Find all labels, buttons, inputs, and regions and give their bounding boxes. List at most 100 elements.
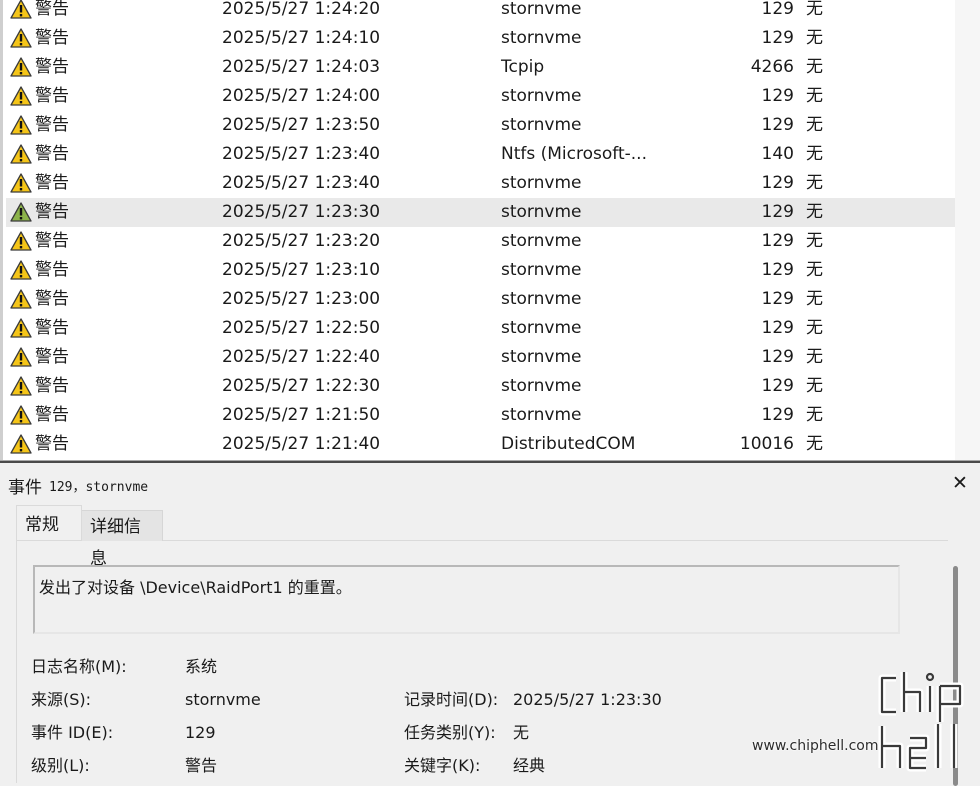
event-datetime: 2025/5/27 1:21:50 [222, 405, 381, 425]
event-description-text: 发出了对设备 \Device\RaidPort1 的重置。 [39, 578, 352, 597]
keywords-label: 关键字(K): [404, 756, 481, 775]
event-row[interactable]: 警告 2025/5/27 1:23:40 Ntfs (Microsoft-... 14… [6, 140, 956, 169]
warning-triangle-icon [10, 260, 34, 282]
event-source: stornvme [501, 376, 582, 396]
event-id-value[interactable]: 129 [185, 722, 216, 744]
warning-triangle-icon [10, 144, 34, 166]
event-row[interactable]: 警告 2025/5/27 1:21:40 DistributedCOM 10016 无 [6, 430, 956, 459]
event-row[interactable]: 警告 2025/5/27 1:23:20 stornvme 129 无 [6, 227, 956, 256]
event-row[interactable]: 警告 2025/5/27 1:24:10 stornvme 129 无 [6, 24, 956, 53]
event-row[interactable]: 警告 2025/5/27 1:22:30 stornvme 129 无 [6, 372, 956, 401]
event-id: 4266 [750, 57, 794, 77]
warning-triangle-icon [10, 115, 34, 137]
event-datetime: 2025/5/27 1:22:40 [222, 347, 381, 367]
panel-title-label: 事件 [8, 478, 42, 498]
event-row[interactable]: 警告 2025/5/27 1:22:40 stornvme 129 无 [6, 343, 956, 372]
event-row[interactable]: 警告 2025/5/27 1:21:50 stornvme 129 无 [6, 401, 956, 430]
event-source: stornvme [501, 28, 582, 48]
event-row[interactable]: 警告 2025/5/27 1:23:00 stornvme 129 无 [6, 285, 956, 314]
source-value[interactable]: stornvme [185, 689, 261, 711]
event-level: 警告 [35, 202, 69, 222]
event-task-category: 无 [806, 28, 823, 48]
event-source: stornvme [501, 347, 582, 367]
event-task-category: 无 [806, 347, 823, 367]
event-id: 129 [761, 173, 794, 193]
event-source: Tcpip [501, 57, 545, 77]
event-level: 警告 [35, 434, 69, 454]
event-source: stornvme [501, 86, 582, 106]
event-datetime: 2025/5/27 1:21:40 [222, 434, 381, 454]
warning-triangle-icon [10, 28, 34, 50]
event-row[interactable]: 警告 2025/5/27 1:23:50 stornvme 129 无 [6, 111, 956, 140]
event-id: 129 [761, 28, 794, 48]
event-id: 129 [761, 376, 794, 396]
log-name-label: 日志名称(M): [31, 657, 127, 676]
event-level: 警告 [35, 86, 69, 106]
event-task-category: 无 [806, 202, 823, 222]
warning-triangle-icon [10, 289, 34, 311]
event-row[interactable]: 警告 2025/5/27 1:23:40 stornvme 129 无 [6, 169, 956, 198]
close-icon[interactable]: ✕ [950, 472, 970, 494]
event-id: 129 [761, 260, 794, 280]
event-source: stornvme [501, 289, 582, 309]
event-description[interactable]: 发出了对设备 \Device\RaidPort1 的重置。 [33, 565, 900, 634]
event-level: 警告 [35, 0, 69, 19]
event-datetime: 2025/5/27 1:23:20 [222, 231, 381, 251]
event-level: 警告 [35, 115, 69, 135]
event-row[interactable]: 警告 2025/5/27 1:24:20 stornvme 129 无 [6, 0, 956, 24]
event-datetime: 2025/5/27 1:23:10 [222, 260, 381, 280]
panel-title-event: 129，stornvme [49, 480, 149, 495]
event-level: 警告 [35, 347, 69, 367]
event-source: stornvme [501, 202, 582, 222]
event-id: 129 [761, 202, 794, 222]
event-row[interactable]: 警告 2025/5/27 1:22:50 stornvme 129 无 [6, 314, 956, 343]
event-row[interactable]: 警告 2025/5/27 1:24:03 Tcpip 4266 无 [6, 53, 956, 82]
warning-triangle-icon [10, 376, 34, 398]
event-list[interactable]: 警告 2025/5/27 1:24:20 stornvme 129 无警告 2025/5/… [0, 0, 980, 460]
event-row[interactable]: 警告 2025/5/27 1:23:10 stornvme 129 无 [6, 256, 956, 285]
event-row[interactable]: 警告 2025/5/27 1:23:30 stornvme 129 无 [6, 198, 956, 227]
event-level: 警告 [35, 57, 69, 77]
event-id: 129 [761, 86, 794, 106]
keywords-value[interactable]: 经典 [513, 755, 545, 777]
tab-details[interactable]: 详细信息 [82, 510, 163, 569]
warning-triangle-icon [10, 202, 34, 224]
event-datetime: 2025/5/27 1:24:00 [222, 86, 381, 106]
event-source: stornvme [501, 318, 582, 338]
event-task-category: 无 [806, 144, 823, 164]
level-value[interactable]: 警告 [185, 755, 217, 777]
event-source: stornvme [501, 115, 582, 135]
event-datetime: 2025/5/27 1:24:03 [222, 57, 381, 77]
warning-triangle-icon [10, 434, 34, 456]
event-task-category: 无 [806, 260, 823, 280]
event-level: 警告 [35, 318, 69, 338]
task-category-label: 任务类别(Y): [404, 723, 496, 742]
log-name-value[interactable]: 系统 [185, 656, 217, 678]
event-id: 129 [761, 289, 794, 309]
event-level: 警告 [35, 144, 69, 164]
event-task-category: 无 [806, 231, 823, 251]
event-datetime: 2025/5/27 1:23:50 [222, 115, 381, 135]
tab-general[interactable]: 常规 [16, 505, 82, 540]
event-source: DistributedCOM [501, 434, 636, 454]
event-task-category: 无 [806, 115, 823, 135]
event-datetime: 2025/5/27 1:23:40 [222, 144, 381, 164]
event-id-label: 事件 ID(E): [31, 723, 114, 742]
warning-triangle-icon [10, 231, 34, 253]
event-id: 129 [761, 405, 794, 425]
warning-triangle-icon [10, 57, 34, 79]
event-id: 129 [761, 115, 794, 135]
event-source: stornvme [501, 0, 582, 19]
event-level: 警告 [35, 173, 69, 193]
event-task-category: 无 [806, 86, 823, 106]
event-task-category: 无 [806, 434, 823, 454]
task-category-value[interactable]: 无 [513, 722, 529, 744]
event-datetime: 2025/5/27 1:22:30 [222, 376, 381, 396]
event-datetime: 2025/5/27 1:22:50 [222, 318, 381, 338]
event-level: 警告 [35, 405, 69, 425]
logged-value[interactable]: 2025/5/27 1:23:30 [513, 689, 662, 711]
event-row[interactable]: 警告 2025/5/27 1:24:00 stornvme 129 无 [6, 82, 956, 111]
event-list-scrollbar[interactable] [955, 0, 980, 460]
event-datetime: 2025/5/27 1:24:10 [222, 28, 381, 48]
event-id: 140 [761, 144, 794, 164]
